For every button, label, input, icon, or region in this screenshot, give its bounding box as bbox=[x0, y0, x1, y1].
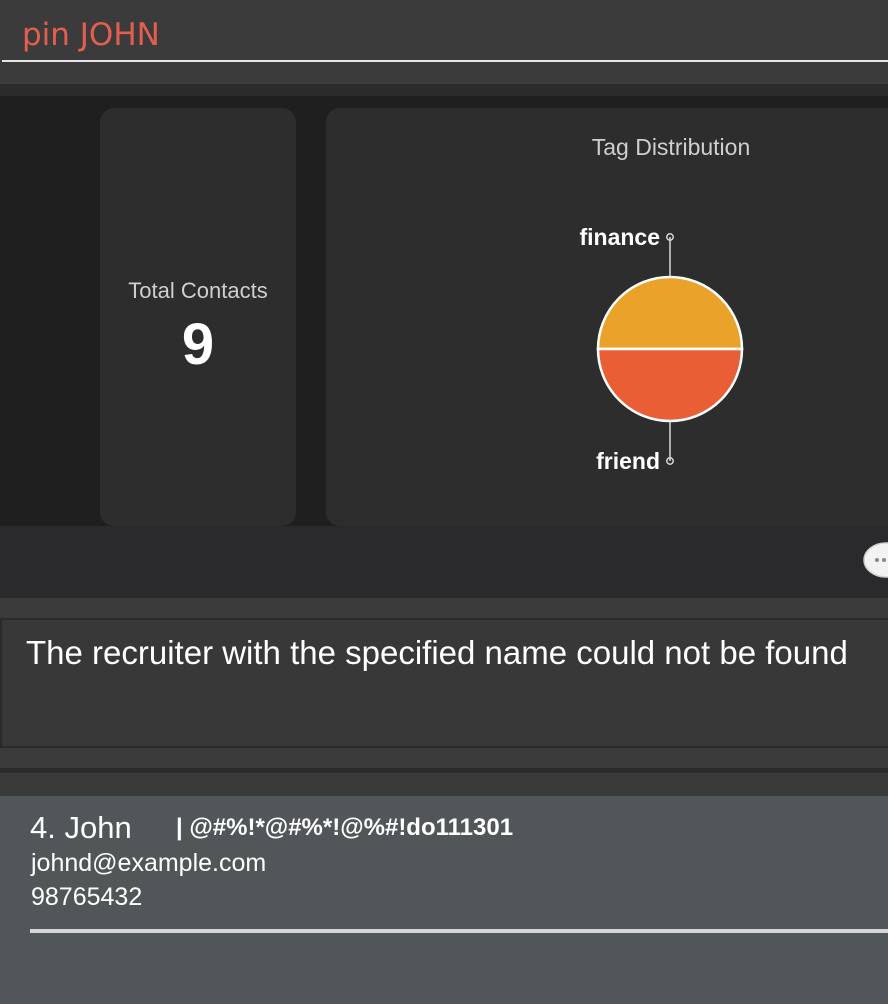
total-contacts-value: 9 bbox=[181, 312, 215, 377]
toolbar-strip bbox=[0, 526, 888, 598]
pie-slice-finance bbox=[596, 275, 744, 351]
divider bbox=[0, 84, 888, 96]
command-bar bbox=[0, 0, 888, 84]
pie-label-finance: finance bbox=[579, 224, 660, 250]
tag-distribution-card: Tag Distribution finance friend bbox=[326, 108, 888, 526]
result-display: The recruiter with the specified name co… bbox=[0, 618, 888, 748]
statistics-panel: Total Contacts 9 Tag Distribution financ… bbox=[0, 96, 888, 526]
result-panel: The recruiter with the specified name co… bbox=[0, 598, 888, 768]
pie-slice-friend bbox=[596, 347, 744, 423]
person-phone: 98765432 bbox=[31, 883, 143, 911]
pie-label-friend: friend bbox=[596, 448, 660, 474]
person-tags: | @#%!*@#%*!@%#!do111301 bbox=[176, 814, 514, 841]
person-list[interactable]: 4. John | @#%!*@#%*!@%#!do111301 johnd@e… bbox=[0, 796, 888, 1004]
person-email: johnd@example.com bbox=[31, 849, 267, 877]
pie-chart: finance friend bbox=[579, 224, 744, 474]
total-contacts-label: Total Contacts bbox=[128, 278, 268, 303]
command-input[interactable] bbox=[2, 0, 888, 62]
divider bbox=[0, 768, 888, 796]
person-name: 4. John bbox=[30, 810, 132, 845]
speech-bubble-icon[interactable] bbox=[862, 540, 888, 584]
total-contacts-card: Total Contacts 9 bbox=[100, 108, 296, 526]
selection-underline bbox=[30, 929, 888, 933]
list-item[interactable]: 4. John | @#%!*@#%*!@%#!do111301 johnd@e… bbox=[0, 796, 888, 941]
